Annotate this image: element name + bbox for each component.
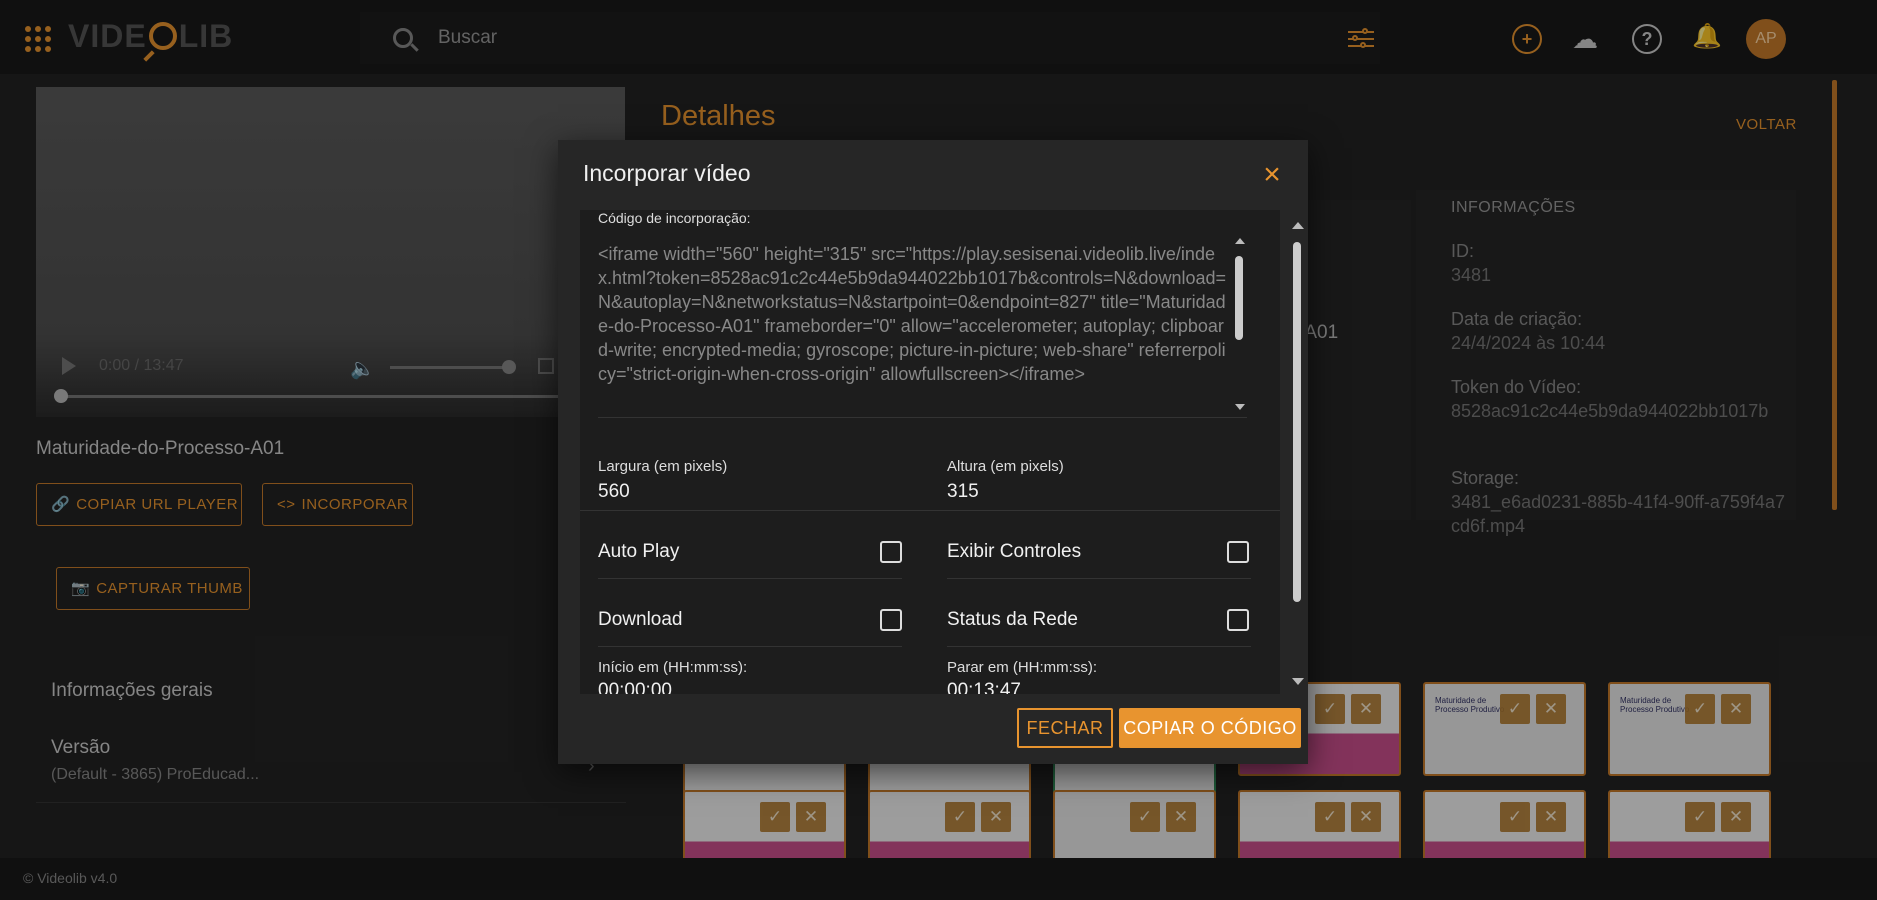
autoplay-checkbox[interactable] (880, 541, 902, 563)
width-input[interactable] (598, 481, 878, 503)
code-scrollbar[interactable] (1232, 232, 1246, 418)
embed-modal: Incorporar vídeo × Código de incorporaçã… (558, 140, 1308, 764)
height-input[interactable] (947, 481, 1227, 503)
divider (580, 510, 1280, 511)
app-root: VIDELIB + ☁ ? 🔔 AP 0:00 / 13:47 🔈 Maturi… (0, 0, 1877, 900)
modal-scrollbar[interactable] (1290, 210, 1304, 694)
divider (947, 578, 1251, 579)
download-checkbox[interactable] (880, 609, 902, 631)
controls-checkbox[interactable] (1227, 541, 1249, 563)
controls-label: Exibir Controles (947, 541, 1082, 562)
download-label: Download (598, 609, 683, 630)
scroll-up-icon[interactable] (1235, 238, 1245, 244)
width-label: Largura (em pixels) (598, 458, 728, 475)
close-button[interactable]: FECHAR (1017, 708, 1113, 748)
embed-code-textarea[interactable]: <iframe width="560" height="315" src="ht… (598, 232, 1247, 418)
modal-footer: FECHAR COPIAR O CÓDIGO (558, 694, 1308, 764)
close-icon[interactable]: × (1258, 160, 1286, 190)
network-status-label: Status da Rede (947, 609, 1078, 630)
end-label: Parar em (HH:mm:ss): (947, 659, 1097, 676)
divider (947, 646, 1251, 647)
scroll-up-icon[interactable] (1292, 222, 1304, 229)
modal-title: Incorporar vídeo (583, 160, 751, 186)
embed-code-label: Código de incorporação: (598, 210, 751, 226)
height-label: Altura (em pixels) (947, 458, 1064, 475)
scroll-thumb[interactable] (1293, 242, 1301, 602)
modal-header: Incorporar vídeo × (558, 140, 1308, 210)
divider (598, 578, 902, 579)
start-input[interactable] (598, 680, 878, 694)
scroll-down-icon[interactable] (1235, 404, 1245, 410)
copy-code-button[interactable]: COPIAR O CÓDIGO (1119, 708, 1301, 748)
start-label: Início em (HH:mm:ss): (598, 659, 748, 676)
network-status-checkbox[interactable] (1227, 609, 1249, 631)
scroll-thumb[interactable] (1235, 256, 1243, 340)
autoplay-label: Auto Play (598, 541, 680, 562)
embed-code-text[interactable]: <iframe width="560" height="315" src="ht… (598, 232, 1228, 386)
scroll-down-icon[interactable] (1292, 678, 1304, 685)
modal-body: Código de incorporação: <iframe width="5… (580, 210, 1280, 694)
divider (598, 646, 902, 647)
end-input[interactable] (947, 680, 1227, 694)
